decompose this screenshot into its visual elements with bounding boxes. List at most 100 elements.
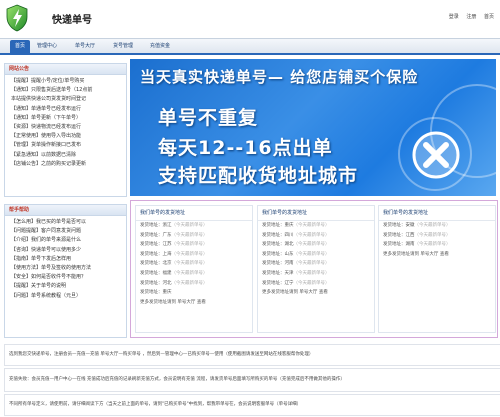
help-item-link[interactable]: 【咨询】快递单号可以使用多少 (11, 246, 120, 255)
address-hint: （今天最新单号） (293, 232, 330, 238)
help-item-link[interactable]: 【介绍】我们的单号来源是什么 (11, 236, 120, 245)
address-row[interactable]: 发货地址：广东（今天最新单号） (136, 231, 252, 241)
banner-line-3: 支持匹配收货地址城市 (158, 165, 359, 187)
address-label: 发货地址：河北 (140, 280, 172, 286)
register-link[interactable]: 注册 (466, 14, 476, 20)
address-row[interactable]: 发货地址：重庆 (136, 288, 252, 298)
address-hint: （今天最新单号） (171, 261, 208, 267)
help-item-link[interactable]: 【问题】单号系统教程（元旦） (11, 292, 120, 301)
address-hint: （今天最新单号） (171, 280, 208, 286)
address-label: 发货地址：湖南 (383, 242, 415, 248)
promo-banner[interactable]: 当天真实快递单号— 给您店铺买个保险 单号不重复 每天12--16点出单 支持匹… (130, 59, 496, 196)
address-row[interactable]: 发货地址：辽宁（今天最新单号） (258, 279, 374, 289)
address-label: 更多发货地址请到 单号大厅 查看 (262, 290, 328, 296)
address-label: 发货地址：江苏 (140, 242, 172, 248)
notice-item-link[interactable]: 【紧急通知】以前数据已清除 (11, 151, 120, 160)
address-hint: （今天最新单号） (293, 223, 330, 228)
address-hint: （今天最新单号） (293, 242, 330, 248)
address-label: 发货地址：重庆 (262, 223, 294, 228)
address-label: 更多发货地址请到 单号大厅 查看 (383, 251, 449, 257)
notice-title: 网站公告 (5, 64, 126, 75)
address-label: 发货地址：上海 (140, 251, 172, 257)
address-label: 发货地址：福建 (140, 270, 172, 276)
notice-item-link[interactable]: 本站提供快递公司货发货时间登记 (11, 95, 120, 104)
address-row[interactable]: 发货地址：四川（今天最新单号） (258, 231, 374, 241)
address-label: 发货地址：安徽 (383, 223, 415, 228)
top-links: 登录 注册 首页 (443, 13, 494, 20)
shield-logo-icon (6, 4, 28, 32)
address-hint: （今天最新单号） (414, 223, 451, 228)
address-row[interactable]: 发货地址：江西（今天最新单号） (379, 231, 495, 241)
notice-item-link[interactable]: 【资源】快递物流已经发布运行 (11, 123, 120, 132)
instruction-row: 不同所有单号定义，请使用前，请仔细阅读下方（当天之前上面的单号，请到"已购买单号… (4, 394, 500, 416)
notice-item-link[interactable]: 【提醒】提醒小号/定位/单号购买 (11, 77, 120, 86)
address-hint: （今天最新单号） (414, 242, 451, 248)
close-x-icon (412, 131, 460, 179)
site-title: 快递单号 (52, 15, 92, 26)
address-row[interactable]: 发货地址：福建（今天最新单号） (136, 269, 252, 279)
notice-item-link[interactable]: 【正常使用】使用导入导出功能 (11, 132, 120, 141)
address-hint: （今天最新单号） (171, 232, 208, 238)
address-row[interactable]: 发货地址：山东（今天最新单号） (258, 250, 374, 260)
main-nav: 首页 管理中心 单号大厅 货号管理 充值资金 (0, 38, 500, 55)
address-row[interactable]: 发货地址：安徽（今天最新单号） (379, 221, 495, 231)
help-panel: 帮手帮助 【怎么用】我已买的单号是否可以 【问题提醒】客户同意发货问题 【介绍】我们… (4, 204, 127, 338)
notice-item-link[interactable]: 【管理】货单操作新接口已发布 (11, 141, 120, 150)
address-column: 我们单号的发货地址 发货地址：安徽（今天最新单号） 发货地址：江西（今天最新单号）… (378, 205, 496, 333)
address-hint: （今天最新单号） (171, 251, 208, 257)
nav-admin-center[interactable]: 管理中心 (37, 42, 57, 49)
address-column-title: 我们单号的发货地址 (136, 206, 252, 221)
address-label: 发货地址：北京 (140, 261, 172, 267)
home-link[interactable]: 首页 (484, 14, 494, 20)
address-label: 发货地址：四川 (262, 232, 294, 238)
address-column: 我们单号的发货地址 发货地址：浙江（今天最新单号） 发货地址：广东（今天最新单号）… (135, 205, 253, 333)
help-item-link[interactable]: 【问题提醒】客户同意发货问题 (11, 227, 120, 236)
address-hint: （今天最新单号） (414, 232, 451, 238)
help-item-link[interactable]: 【怎么用】我已买的单号是否可以 (11, 218, 120, 227)
address-label: 发货地址：河南 (262, 261, 294, 267)
address-row[interactable]: 发货地址：上海（今天最新单号） (136, 250, 252, 260)
address-hint: （今天最新单号） (293, 280, 330, 286)
help-item-link[interactable]: 【提醒】关于单号的说明 (11, 282, 120, 291)
address-hint: （今天最新单号） (171, 242, 208, 248)
help-item-link[interactable]: 【指南】单号下发后怎样用 (11, 255, 120, 264)
login-link[interactable]: 登录 (449, 14, 459, 20)
address-label: 发货地址：山东 (262, 251, 294, 257)
nav-home[interactable]: 首页 (10, 40, 31, 53)
address-row[interactable]: 发货地址：河北（今天最新单号） (136, 279, 252, 289)
instruction-row: 选到我您交快递单号，注册会员—充值—充值 单号大厅—购买单号 ，然后到—管理中心… (4, 344, 500, 366)
address-label: 发货地址：天津 (262, 270, 294, 276)
nav-recharge[interactable]: 充值资金 (150, 42, 170, 49)
address-column: 我们单号的发货地址 发货地址：重庆（今天最新单号） 发货地址：四川（今天最新单号）… (257, 205, 375, 333)
address-hint: （今天最新单号） (293, 270, 330, 276)
address-row[interactable]: 更多发货地址请到 单号大厅 查看 (379, 250, 495, 260)
address-row[interactable]: 发货地址：天津（今天最新单号） (258, 269, 374, 279)
address-hint: （今天最新单号） (293, 261, 330, 267)
address-row[interactable]: 发货地址：浙江（今天最新单号） (136, 221, 252, 231)
address-hint: （今天最新单号） (293, 251, 330, 257)
address-row[interactable]: 发货地址：北京（今天最新单号） (136, 259, 252, 269)
help-item-link[interactable]: 【安全】如何是否收件号不能用？ (11, 273, 120, 282)
address-row[interactable]: 发货地址：湖北（今天最新单号） (258, 240, 374, 250)
address-label: 发货地址：湖北 (262, 242, 294, 248)
banner-headline: 当天真实快递单号— 给您店铺买个保险 (140, 68, 419, 86)
address-label: 发货地址：浙江 (140, 223, 172, 228)
notice-item-link[interactable]: 【通知】单号更新（下午单号） (11, 114, 120, 123)
notice-item-link[interactable]: 【通知】只限售货后送单号（12点前 (11, 86, 120, 95)
help-list: 【怎么用】我已买的单号是否可以 【问题提醒】客户同意发货问题 【介绍】我们的单号来源… (5, 216, 126, 303)
address-row[interactable]: 发货地址：江苏（今天最新单号） (136, 240, 252, 250)
address-label: 发货地址：广东 (140, 232, 172, 238)
nav-goods-manage[interactable]: 货号管理 (113, 42, 133, 49)
address-row[interactable]: 更多发货地址请到 单号大厅 查看 (136, 298, 252, 308)
help-item-link[interactable]: 【使用方法】单号及签收的使用方法 (11, 264, 120, 273)
nav-tracking-hall[interactable]: 单号大厅 (75, 42, 95, 49)
address-row[interactable]: 发货地址：河南（今天最新单号） (258, 259, 374, 269)
notice-panel: 网站公告 【提醒】提醒小号/定位/单号购买 【通知】只限售货后送单号（12点前 本站… (4, 63, 127, 197)
address-row[interactable]: 发货地址：重庆（今天最新单号） (258, 221, 374, 231)
banner-line-1: 单号不重复 (158, 107, 259, 129)
notice-item-link[interactable]: 【通知】单通单号已经发布运行 (11, 105, 120, 114)
address-row[interactable]: 发货地址：湖南（今天最新单号） (379, 240, 495, 250)
address-row[interactable]: 更多发货地址请到 单号大厅 查看 (258, 288, 374, 298)
address-column-title: 我们单号的发货地址 (258, 206, 374, 221)
notice-item-link[interactable]: 【店铺公告】之前的购买记录更新 (11, 160, 120, 169)
